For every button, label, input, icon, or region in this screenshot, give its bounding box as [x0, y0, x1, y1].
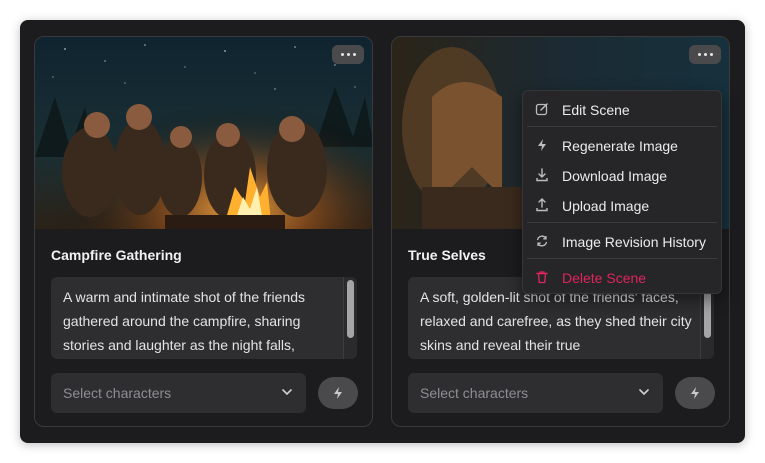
- lightning-icon: [691, 387, 699, 399]
- lightning-icon: [334, 387, 342, 399]
- dot-icon: [703, 53, 707, 56]
- chevron-down-icon: [282, 389, 292, 396]
- menu-item-download-image[interactable]: Download Image: [523, 160, 721, 190]
- scene-options-menu: Edit Scene Regenerate Image Download Ima…: [522, 90, 722, 294]
- scene-image: [35, 37, 372, 229]
- menu-item-label: Regenerate Image: [562, 138, 678, 154]
- trash-icon: [536, 271, 548, 284]
- menu-item-label: Download Image: [562, 168, 668, 184]
- scene-description[interactable]: A warm and intimate shot of the friends …: [51, 277, 357, 359]
- generate-button[interactable]: [675, 377, 715, 409]
- menu-divider: [527, 222, 717, 223]
- scrollbar[interactable]: [343, 277, 357, 359]
- upload-icon: [536, 198, 548, 212]
- scene-card: Campfire Gathering A warm and intimate s…: [34, 36, 373, 427]
- scene-title: True Selves: [408, 247, 486, 263]
- menu-item-label: Delete Scene: [562, 270, 647, 286]
- menu-item-label: Edit Scene: [562, 102, 630, 118]
- more-options-button[interactable]: [332, 45, 364, 64]
- menu-divider: [527, 126, 717, 127]
- character-select-placeholder: Select characters: [63, 385, 172, 401]
- dot-icon: [346, 53, 350, 56]
- dot-icon: [340, 53, 344, 56]
- scene-panel: Campfire Gathering A warm and intimate s…: [20, 20, 745, 443]
- dot-icon: [709, 53, 713, 56]
- history-icon: [536, 235, 548, 247]
- dot-icon: [697, 53, 701, 56]
- scene-description-text: A warm and intimate shot of the friends …: [63, 289, 306, 353]
- character-select[interactable]: Select characters: [51, 373, 306, 413]
- menu-item-label: Image Revision History: [562, 234, 706, 250]
- scene-title: Campfire Gathering: [51, 247, 182, 263]
- character-select[interactable]: Select characters: [408, 373, 663, 413]
- menu-item-upload-image[interactable]: Upload Image: [523, 190, 721, 220]
- lightning-icon: [538, 139, 546, 151]
- chevron-down-icon: [639, 389, 649, 396]
- menu-item-label: Upload Image: [562, 198, 650, 214]
- menu-item-edit-scene[interactable]: Edit Scene: [523, 94, 721, 124]
- character-select-placeholder: Select characters: [420, 385, 529, 401]
- menu-item-regenerate-image[interactable]: Regenerate Image: [523, 130, 721, 160]
- dot-icon: [352, 53, 356, 56]
- menu-item-image-revision-history[interactable]: Image Revision History: [523, 226, 721, 256]
- menu-item-delete-scene[interactable]: Delete Scene: [523, 262, 721, 292]
- generate-button[interactable]: [318, 377, 358, 409]
- more-options-button[interactable]: [689, 45, 721, 64]
- edit-icon: [535, 103, 548, 116]
- scrollbar-thumb[interactable]: [347, 280, 354, 338]
- menu-divider: [527, 258, 717, 259]
- download-icon: [536, 168, 548, 182]
